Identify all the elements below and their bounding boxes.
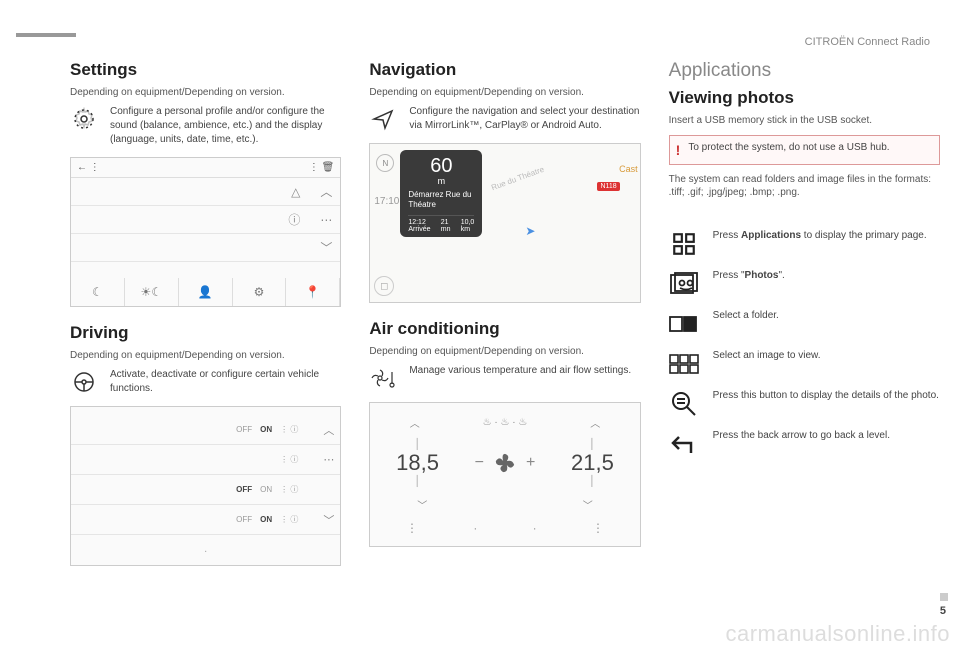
brightness-icon: ☀☾ [125,278,179,306]
step-back-text: Press the back arrow to go back a level. [713,429,890,443]
settings-desc: Configure a personal profile and/or conf… [110,105,341,147]
more-dots-icon: ⋯ [323,453,334,466]
compass-icon: N [376,154,394,172]
gear-small-icon: ⚙ [233,278,287,306]
apps-grid-icon [669,229,699,259]
nav-distance-unit: m [408,176,474,186]
nav-eta-km-label: km [461,226,470,233]
nav-eta-min-label: mn [441,226,451,233]
on-label: ON [260,425,272,434]
chevron-down-icon: ﹀ [323,512,334,528]
fan-temperature-icon [369,364,397,392]
minus-icon: − [475,454,484,472]
chevron-down-icon: ﹀ [417,497,427,512]
column-navigation-ac: Navigation Depending on equipment/Depend… [369,60,640,582]
page-marker [940,593,948,601]
night-mode-icon: ☾ [71,278,125,306]
on-label: ON [260,485,272,494]
plus-icon: + [526,454,535,472]
info-icon: ⓘ [288,211,300,228]
navigation-arrow-icon [369,105,397,133]
driving-screenshot: OFF ON ⋮ ⓘ ︿ ⋮ ⓘ ⋯ OFF ON ⋮ ⓘ OFF ON ⋮ ⓘ… [70,406,341,566]
navigation-heading: Navigation [369,60,640,80]
ac-temp-left: 18,5 [396,450,439,476]
steering-wheel-icon [70,368,98,396]
folder-select-icon [669,309,699,339]
nav-poi-label: Cast [619,164,638,174]
navigation-screenshot: N 17:10 ◻ 60 m Démarrez Rue du Théatre 1… [369,143,640,303]
chevron-up-icon: ︿ [320,183,332,200]
back-arrow-icon [669,429,699,459]
warning-text: To protect the system, do not use a USB … [688,142,889,153]
nav-pointer-icon: ➤ [525,224,535,238]
nav-road-badge: N118 [597,182,619,191]
nav-eta-time: 12:12 [408,219,426,226]
settings-heading: Settings [70,60,341,80]
trash-icon: ⋮ 🗑 [309,162,334,173]
step-image-text: Select an image to view. [713,349,821,363]
off-label: OFF [236,485,252,494]
insert-text: Insert a USB memory stick in the USB soc… [669,114,940,127]
airflow-icon: ♨ · ♨ · ♨ [483,417,528,428]
more-icon: ⋯ [320,213,332,227]
settings-screenshot: ← ⋮ ⋮ 🗑 △ ︿ ⓘ ⋯ ﹀ ☾ ☀☾ 👤 ⚙ 📍 [70,157,341,307]
profile-icon: 👤 [179,278,233,306]
nav-road-label: Rue du Théatre [490,165,545,192]
off-label: OFF [236,425,252,434]
nav-eta-time-label: Arrivée [408,226,430,233]
warning-icon: ! [676,142,681,158]
nav-eta-km: 10,0 [461,219,475,226]
nav-distance: 60 [408,156,474,176]
driving-desc: Activate, deactivate or configure certai… [110,368,341,396]
home-button-icon: ◻ [374,276,394,296]
column-settings-driving: Settings Depending on equipment/Dependin… [70,60,341,582]
back-icon: ← ⋮ [77,162,100,173]
ac-desc: Manage various temperature and air flow … [409,364,631,378]
chevron-down-icon: ﹀ [320,239,332,256]
viewing-photos-heading: Viewing photos [669,88,940,108]
page-number: 5 [940,605,946,617]
formats-text: The system can read folders and image fi… [669,173,940,199]
driving-sub: Depending on equipment/Depending on vers… [70,349,341,362]
navigation-sub: Depending on equipment/Depending on vers… [369,86,640,99]
image-grid-icon [669,349,699,379]
ac-sub: Depending on equipment/Depending on vers… [369,345,640,358]
magnify-details-icon [669,389,699,419]
chevron-up-icon: ︿ [323,422,334,438]
off-label: OFF [236,515,252,524]
step-apps-text: Press Applications to display the primar… [713,229,927,243]
nav-clock: 17:10 [374,196,399,207]
ac-screenshot: ︿ ♨ · ♨ · ♨ ︿ │ 18,5 │ − + │ [369,402,640,547]
settings-sub: Depending on equipment/Depending on vers… [70,86,341,99]
applications-heading: Applications [669,60,940,82]
ac-heading: Air conditioning [369,319,640,339]
photos-icon [669,269,699,299]
fan-icon [494,452,516,474]
driving-heading: Driving [70,323,341,343]
chevron-up-icon: ︿ [410,415,420,430]
chevron-up-icon: ︿ [590,415,600,430]
header-title: CITROËN Connect Radio [805,36,930,48]
navigation-desc: Configure the navigation and select your… [409,105,640,133]
location-pin-icon: 📍 [286,278,340,306]
on-label: ON [260,515,272,524]
step-details-text: Press this button to display the details… [713,389,939,403]
nav-destination: Démarrez Rue du Théatre [408,190,474,209]
step-photos-text: Press "Photos". [713,269,785,283]
warning-triangle-icon: △ [291,185,300,199]
step-folder-text: Select a folder. [713,309,779,323]
ac-temp-right: 21,5 [571,450,614,476]
watermark: carmanualsonline.info [725,621,950,647]
warning-box: ! To protect the system, do not use a US… [669,135,940,165]
chevron-down-icon: ﹀ [583,497,593,512]
nav-eta-min: 21 [441,219,449,226]
column-applications: Applications Viewing photos Insert a USB… [669,60,940,582]
gear-icon [70,105,98,133]
nav-guidance-card: 60 m Démarrez Rue du Théatre 12:12Arrivé… [400,150,482,237]
